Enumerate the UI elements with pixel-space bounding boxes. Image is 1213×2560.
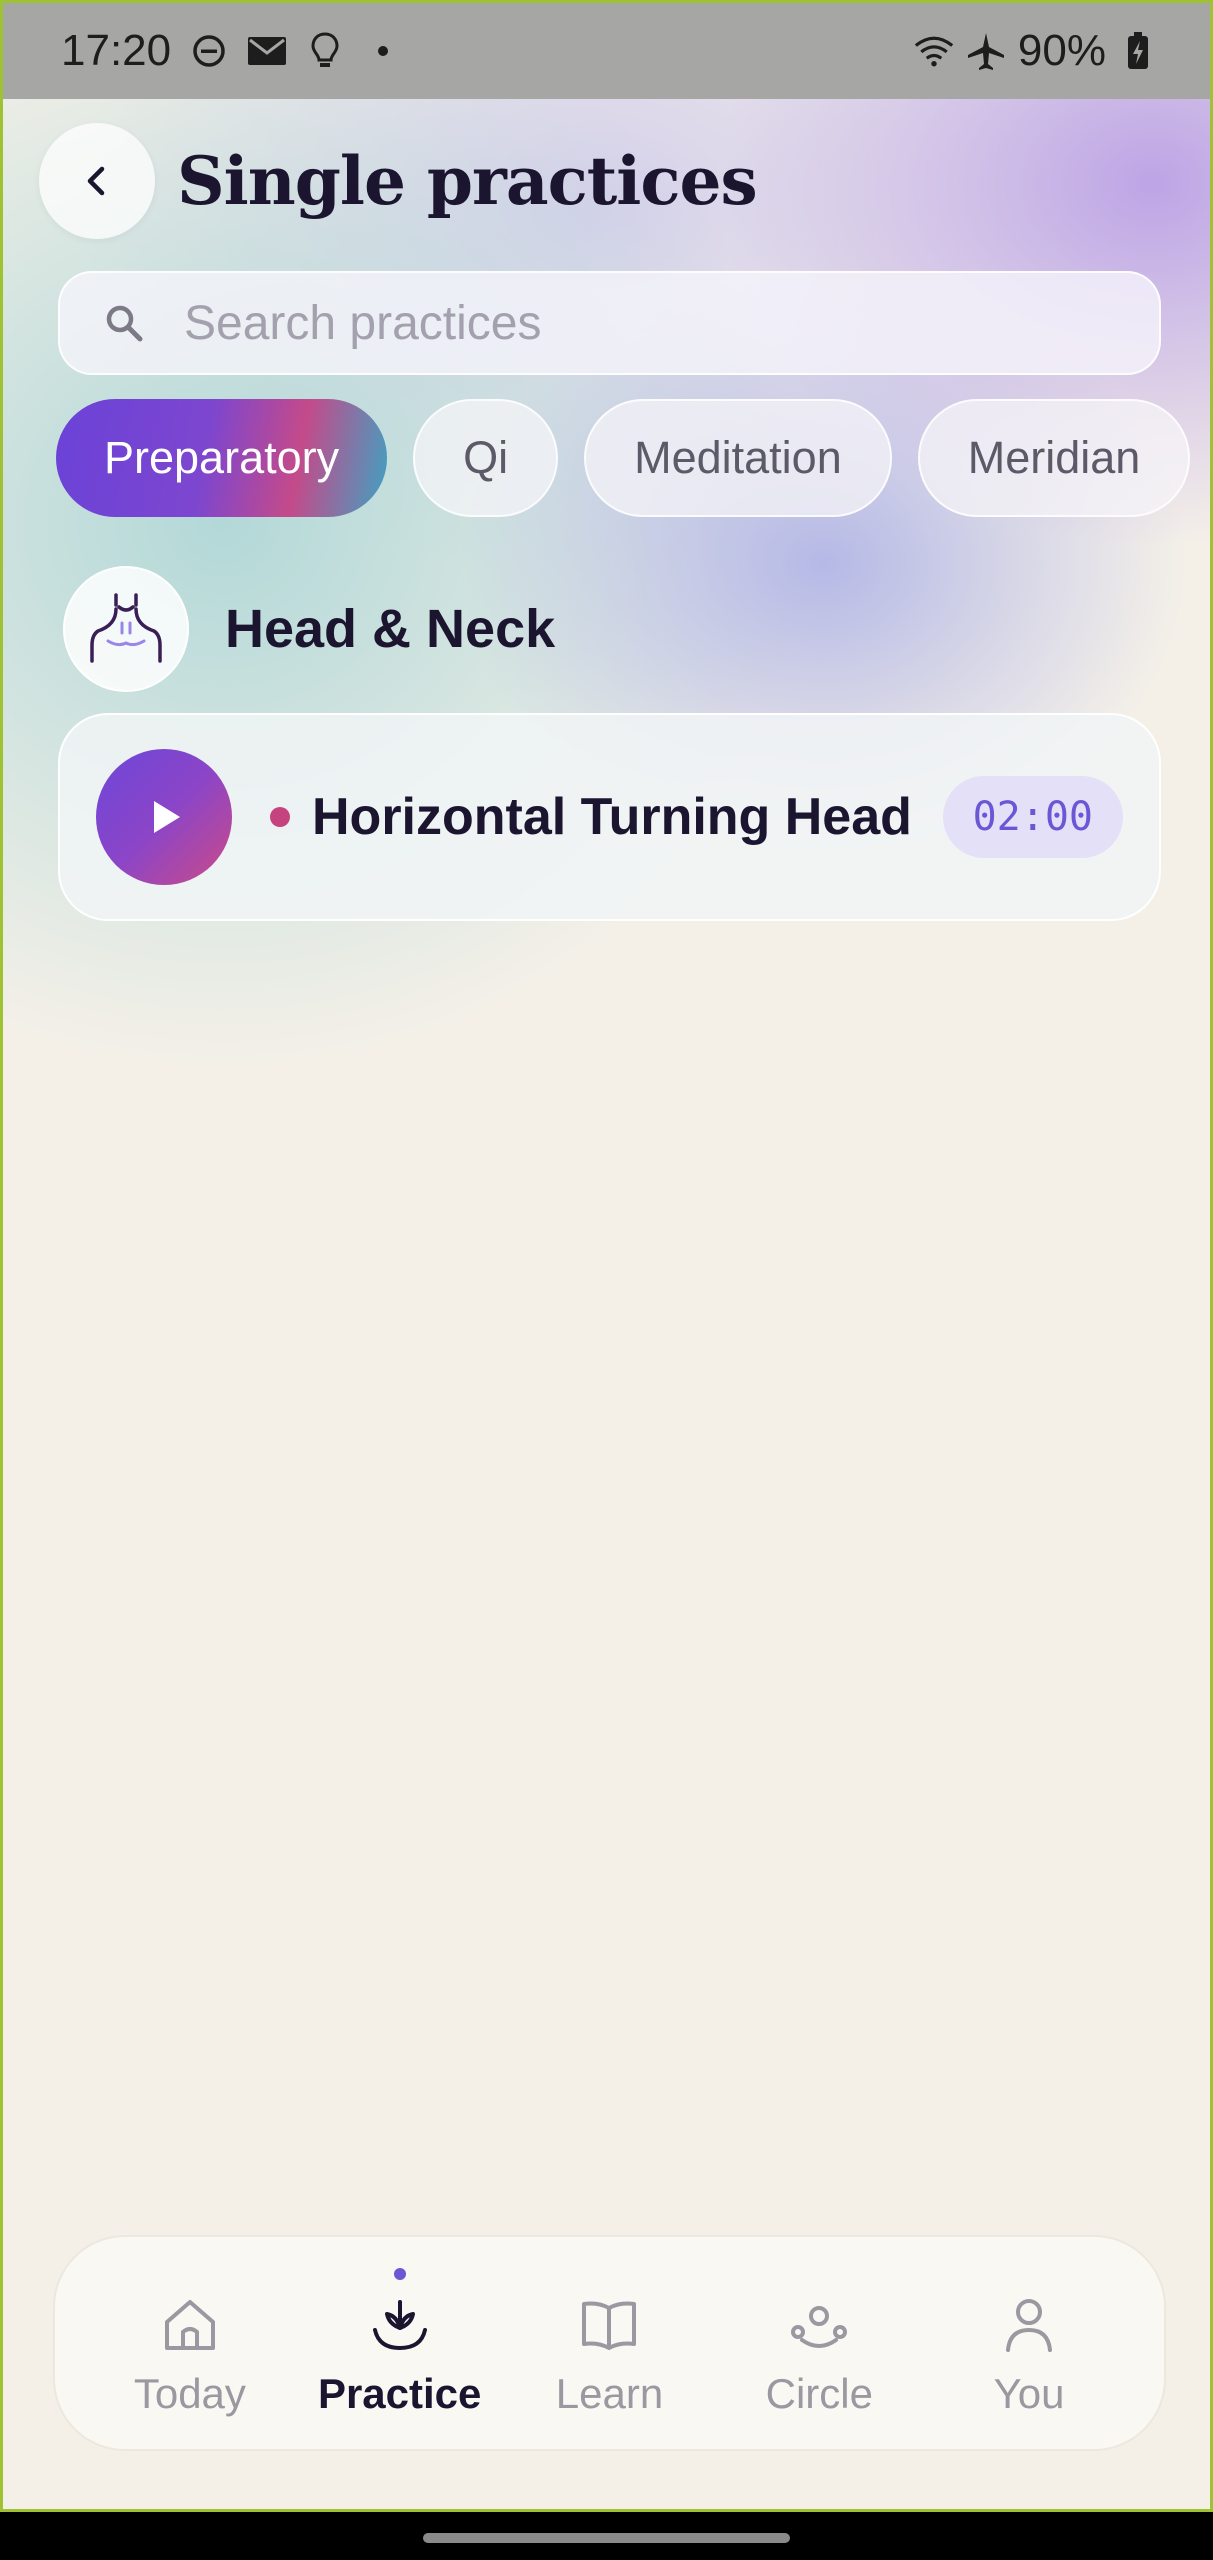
back-button[interactable] [39, 123, 155, 239]
nav-today[interactable]: Today [90, 2268, 290, 2418]
chevron-left-icon [87, 166, 105, 196]
play-icon [154, 801, 180, 833]
nav-label: Learn [555, 2370, 664, 2417]
book-icon [582, 2301, 637, 2350]
battery-charging-icon [1118, 31, 1158, 71]
status-dot [270, 807, 290, 827]
user-icon [1006, 2299, 1053, 2352]
nav-label: Today [133, 2370, 246, 2417]
home-icon [164, 2300, 215, 2350]
dot-icon [363, 31, 403, 71]
chip-label: Preparatory [104, 432, 340, 483]
neck-body-icon [63, 566, 189, 692]
home-indicator[interactable] [423, 2533, 790, 2543]
nav-practice[interactable]: Practice [300, 2268, 500, 2418]
chip-qi[interactable]: Qi [413, 399, 559, 517]
search-input[interactable] [184, 295, 1064, 351]
page-header: Single practices [39, 123, 1179, 239]
section-header: Head & Neck [63, 565, 963, 693]
page-title: Single practices [177, 142, 758, 220]
chip-label: Meditation [634, 432, 842, 483]
nav-label: Practice [317, 2370, 482, 2417]
airplane-icon [966, 31, 1006, 71]
status-bar: 17:20 90% [3, 3, 1210, 99]
people-icon [791, 2306, 848, 2348]
do-not-disturb-icon [189, 31, 229, 71]
practice-name: Horizontal Turning Head [312, 788, 912, 846]
nav-label: Circle [765, 2370, 873, 2417]
nav-label: You [993, 2370, 1065, 2417]
section-title: Head & Neck [225, 599, 556, 659]
status-time: 17:20 [61, 26, 172, 75]
filter-chips: Preparatory Qi Meditation Meridian [56, 399, 1210, 517]
bottom-nav: Today Practice Learn Circle You [53, 2235, 1166, 2451]
chip-meridian[interactable]: Meridian [917, 399, 1191, 517]
search-icon [106, 305, 143, 342]
wifi-icon [914, 31, 954, 71]
nav-circle[interactable]: Circle [719, 2268, 919, 2418]
battery-percent: 90% [1017, 26, 1106, 75]
chip-meditation[interactable]: Meditation [584, 399, 892, 517]
play-button[interactable] [96, 749, 232, 885]
mail-icon [247, 31, 287, 71]
practice-item[interactable]: Horizontal Turning Head 02:00 [58, 713, 1161, 921]
lightbulb-icon [305, 31, 345, 71]
duration-badge: 02:00 [942, 776, 1123, 858]
app-screen: 17:20 90% Single practices Search practi… [0, 0, 1213, 2512]
chip-label: Meridian [967, 432, 1141, 483]
chip-label: Qi [463, 432, 509, 483]
lotus-icon [372, 2300, 427, 2351]
search-bar[interactable] [58, 271, 1161, 375]
nav-learn[interactable]: Learn [509, 2268, 709, 2418]
chip-preparatory[interactable]: Preparatory [56, 399, 388, 517]
active-indicator [393, 2268, 406, 2280]
nav-you[interactable]: You [929, 2268, 1129, 2418]
